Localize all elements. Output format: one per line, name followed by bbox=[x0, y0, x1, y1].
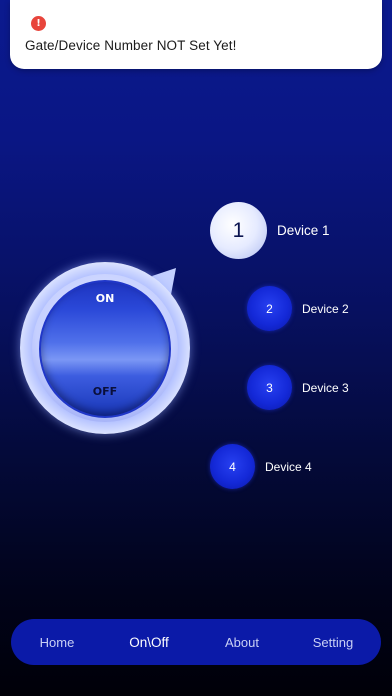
device-2-number: 2 bbox=[266, 301, 273, 316]
power-knob[interactable]: ON OFF bbox=[20, 262, 190, 434]
device-3-button[interactable]: 3 Device 3 bbox=[247, 365, 349, 410]
alert-icon-glyph: ! bbox=[36, 18, 41, 29]
bottom-nav: Home On\Off About Setting bbox=[11, 619, 381, 665]
nav-setting[interactable]: Setting bbox=[301, 619, 365, 665]
device-2-circle[interactable]: 2 bbox=[247, 286, 292, 331]
device-4-button[interactable]: 4 Device 4 bbox=[210, 444, 312, 489]
device-4-label: Device 4 bbox=[265, 459, 312, 474]
device-1-circle[interactable]: 1 bbox=[210, 202, 267, 259]
alert-icon: ! bbox=[31, 16, 46, 31]
notification-message: Gate/Device Number NOT Set Yet! bbox=[25, 38, 237, 53]
knob-on-label: ON bbox=[95, 292, 115, 305]
device-4-number: 4 bbox=[229, 459, 236, 474]
device-3-label: Device 3 bbox=[302, 380, 349, 395]
device-2-label: Device 2 bbox=[302, 301, 349, 316]
nav-about[interactable]: About bbox=[210, 619, 274, 665]
device-1-label: Device 1 bbox=[277, 223, 330, 238]
nav-on-off[interactable]: On\Off bbox=[117, 619, 181, 665]
device-1-number: 1 bbox=[232, 218, 245, 242]
device-1-button[interactable]: 1 Device 1 bbox=[210, 202, 330, 259]
device-4-circle[interactable]: 4 bbox=[210, 444, 255, 489]
device-3-circle[interactable]: 3 bbox=[247, 365, 292, 410]
device-2-button[interactable]: 2 Device 2 bbox=[247, 286, 349, 331]
device-3-number: 3 bbox=[266, 380, 273, 395]
notification-banner[interactable]: ! Gate/Device Number NOT Set Yet! bbox=[10, 0, 382, 69]
knob-off-label: OFF bbox=[92, 385, 118, 398]
nav-home[interactable]: Home bbox=[25, 619, 89, 665]
